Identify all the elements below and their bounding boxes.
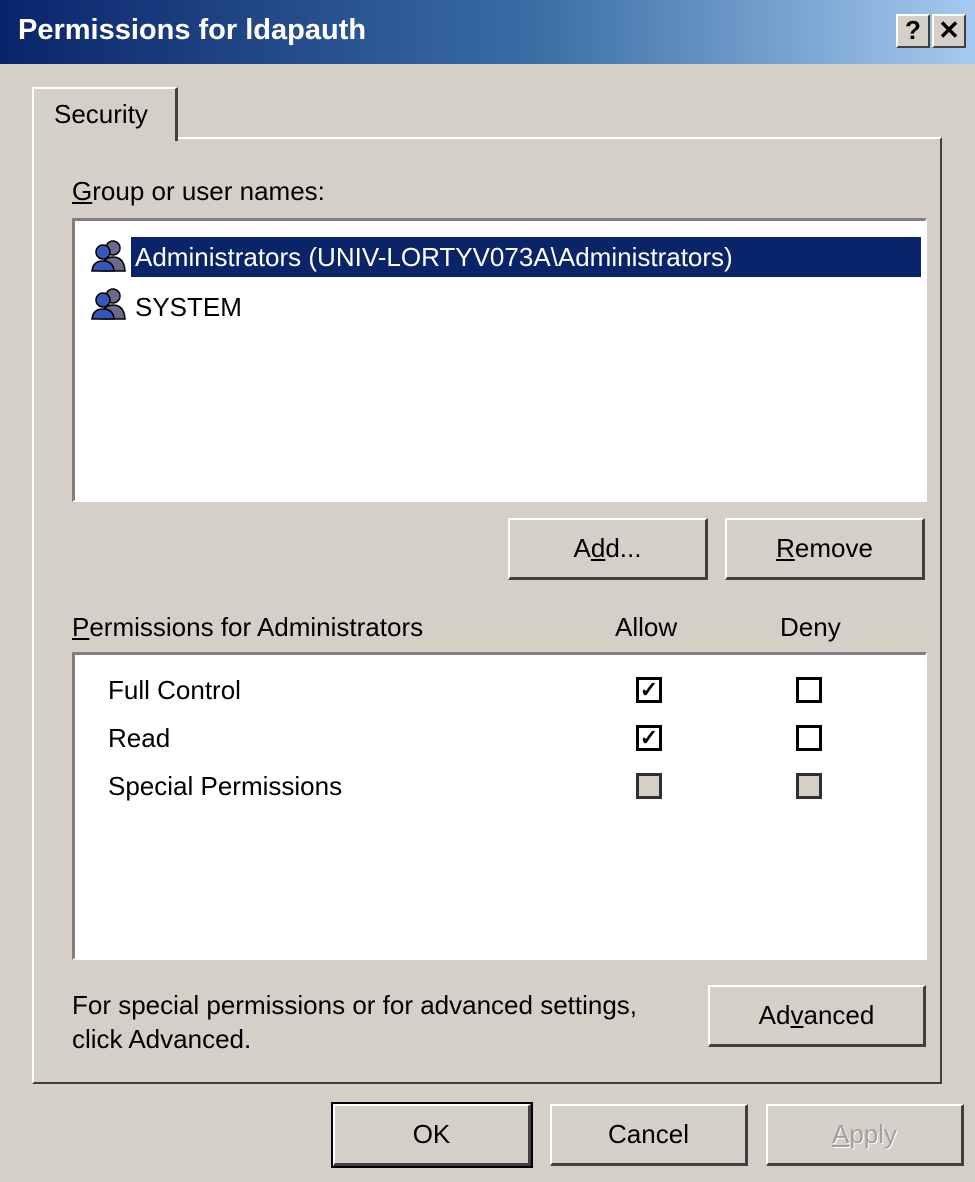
group-icon	[91, 240, 126, 272]
ok-button[interactable]: OK	[331, 1102, 533, 1168]
cancel-button[interactable]: Cancel	[550, 1104, 748, 1166]
permissions-list[interactable]: Full Control ✓ Read ✓ Special Permission…	[72, 652, 927, 960]
remove-button[interactable]: Remove	[725, 518, 925, 580]
user-item-system[interactable]: SYSTEM	[89, 281, 921, 327]
add-button[interactable]: Add...	[508, 518, 708, 580]
group-icon	[91, 288, 126, 320]
user-item-administrators[interactable]: Administrators (UNIV-LORTYV073A\Administ…	[89, 233, 921, 279]
tab-security-label: Security	[54, 99, 148, 129]
special-allow-checkbox	[636, 773, 662, 799]
user-name-administrators: Administrators (UNIV-LORTYV073A\Administ…	[131, 237, 921, 277]
window-title: Permissions for ldapauth	[18, 14, 367, 46]
special-deny-checkbox	[796, 773, 822, 799]
permission-name-full-control: Full Control	[108, 675, 241, 705]
read-allow-checkbox[interactable]: ✓	[636, 725, 662, 751]
allow-header: Allow	[615, 612, 678, 642]
help-button[interactable]: ?	[896, 14, 930, 48]
permission-name-read: Read	[108, 723, 171, 753]
group-label: Group or user names:	[72, 176, 325, 206]
remove-button-label: Remove	[776, 533, 873, 563]
close-icon: ✕	[938, 15, 960, 45]
permissions-header: Permissions for Administrators	[72, 612, 424, 642]
read-deny-checkbox[interactable]	[796, 725, 822, 751]
advanced-button-label: Advanced	[758, 1000, 875, 1030]
advanced-button[interactable]: Advanced	[708, 985, 926, 1047]
advanced-text-line1: For special permissions or for advanced …	[72, 990, 638, 1020]
advanced-text-line2: click Advanced.	[72, 1024, 252, 1054]
full-control-allow-checkbox[interactable]: ✓	[636, 677, 662, 703]
user-list[interactable]: Administrators (UNIV-LORTYV073A\Administ…	[72, 218, 927, 502]
apply-button-label: Apply	[831, 1119, 898, 1149]
apply-button: Apply	[766, 1104, 964, 1166]
close-button[interactable]: ✕	[932, 14, 966, 48]
user-name-system: SYSTEM	[135, 292, 242, 322]
full-control-deny-checkbox[interactable]	[796, 677, 822, 703]
add-button-label: Add...	[573, 533, 642, 563]
permission-name-special: Special Permissions	[108, 771, 343, 801]
tab-security[interactable]: Security	[32, 87, 178, 141]
deny-header: Deny	[780, 612, 841, 642]
